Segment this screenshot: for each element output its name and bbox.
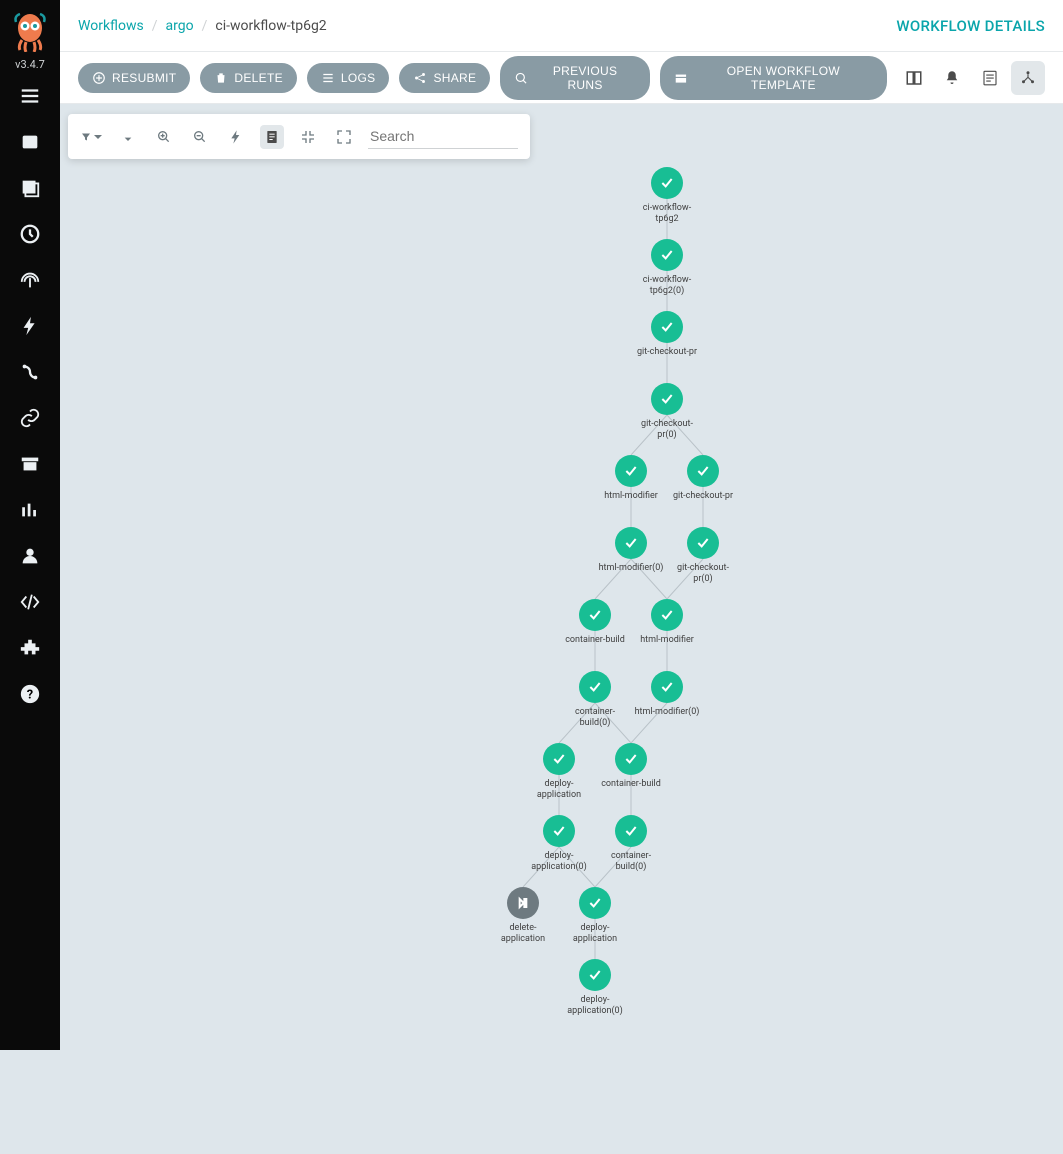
- workflow-node[interactable]: git-checkout-pr: [668, 455, 738, 502]
- node-label: deploy-application: [560, 923, 630, 946]
- archive-icon[interactable]: [0, 441, 60, 487]
- workflow-node[interactable]: html-modifier: [596, 455, 666, 502]
- workflow-node[interactable]: deploy-application(0): [560, 959, 630, 1018]
- summary-icon[interactable]: [973, 61, 1007, 95]
- node-label: delete-application: [488, 923, 558, 946]
- resubmit-button[interactable]: RESUBMIT: [78, 63, 190, 93]
- page-title: WORKFLOW DETAILS: [896, 17, 1045, 35]
- workflow-node[interactable]: html-modifier(0): [596, 527, 666, 574]
- graph-icon[interactable]: [1011, 61, 1045, 95]
- delete-button[interactable]: DELETE: [200, 63, 296, 93]
- breadcrumb-root[interactable]: Workflows: [78, 18, 144, 34]
- links-icon[interactable]: [0, 395, 60, 441]
- logs-button[interactable]: LOGS: [307, 63, 390, 93]
- workflow-node[interactable]: html-modifier: [632, 599, 702, 646]
- columns-icon[interactable]: [897, 61, 931, 95]
- workflow-node[interactable]: container-build: [596, 743, 666, 790]
- node-label: git-checkout-pr: [668, 491, 738, 502]
- help-icon[interactable]: ?: [0, 671, 60, 717]
- check-icon[interactable]: [651, 383, 683, 415]
- node-label: ci-workflow-tp6g2(0): [632, 275, 702, 298]
- check-icon[interactable]: [543, 743, 575, 775]
- skip-icon[interactable]: [507, 887, 539, 919]
- node-label: deploy-application(0): [560, 995, 630, 1018]
- version-label: v3.4.7: [12, 58, 48, 71]
- node-label: deploy-application: [524, 779, 594, 802]
- actionbar: RESUBMIT DELETE LOGS SHARE PREVIOUS RUNS…: [60, 52, 1063, 104]
- hooks-icon[interactable]: [0, 349, 60, 395]
- check-icon[interactable]: [651, 599, 683, 631]
- breadcrumb-namespace[interactable]: argo: [166, 18, 194, 34]
- cron-icon[interactable]: [0, 211, 60, 257]
- node-label: deploy-application(0): [524, 851, 594, 874]
- check-icon[interactable]: [615, 815, 647, 847]
- workflow-node[interactable]: ci-workflow-tp6g2: [632, 167, 702, 226]
- workflow-node[interactable]: ci-workflow-tp6g2(0): [632, 239, 702, 298]
- templates-icon[interactable]: [0, 165, 60, 211]
- workflow-node[interactable]: delete-application: [488, 887, 558, 946]
- graph-canvas[interactable]: ci-workflow-tp6g2 ci-workflow-tp6g2(0) git…: [60, 104, 1063, 1050]
- workflow-node[interactable]: container-build: [560, 599, 630, 646]
- topbar: Workflows / argo / ci-workflow-tp6g2 WOR…: [60, 0, 1063, 52]
- node-label: html-modifier(0): [596, 563, 666, 574]
- check-icon[interactable]: [651, 167, 683, 199]
- node-label: container-build(0): [560, 707, 630, 730]
- api-icon[interactable]: [0, 579, 60, 625]
- check-icon[interactable]: [579, 599, 611, 631]
- workflow-node[interactable]: git-checkout-pr: [632, 311, 702, 358]
- workflow-node[interactable]: deploy-application: [560, 887, 630, 946]
- workflow-node[interactable]: html-modifier(0): [632, 671, 702, 718]
- node-label: ci-workflow-tp6g2: [632, 203, 702, 226]
- notifications-icon[interactable]: [935, 61, 969, 95]
- check-icon[interactable]: [615, 527, 647, 559]
- workflows-icon[interactable]: [0, 119, 60, 165]
- node-label: html-modifier(0): [632, 707, 702, 718]
- workflow-node[interactable]: deploy-application(0): [524, 815, 594, 874]
- node-label: git-checkout-pr(0): [632, 419, 702, 442]
- node-label: container-build: [560, 635, 630, 646]
- reports-icon[interactable]: [0, 487, 60, 533]
- check-icon[interactable]: [579, 959, 611, 991]
- sensors-icon[interactable]: [0, 257, 60, 303]
- node-label: html-modifier: [632, 635, 702, 646]
- workflow-node[interactable]: container-build(0): [596, 815, 666, 874]
- plugins-icon[interactable]: [0, 625, 60, 671]
- open-template-button[interactable]: OPEN WORKFLOW TEMPLATE: [660, 56, 887, 100]
- workflow-node[interactable]: git-checkout-pr(0): [668, 527, 738, 586]
- check-icon[interactable]: [651, 671, 683, 703]
- timeline-icon[interactable]: [0, 73, 60, 119]
- sidebar: v3.4.7 ?: [0, 0, 60, 1050]
- check-icon[interactable]: [687, 527, 719, 559]
- workflow-node[interactable]: container-build(0): [560, 671, 630, 730]
- check-icon[interactable]: [651, 239, 683, 271]
- share-button[interactable]: SHARE: [399, 63, 490, 93]
- events-icon[interactable]: [0, 303, 60, 349]
- node-label: git-checkout-pr(0): [668, 563, 738, 586]
- svg-text:?: ?: [27, 688, 33, 703]
- workflow-node[interactable]: git-checkout-pr(0): [632, 383, 702, 442]
- breadcrumb: Workflows / argo / ci-workflow-tp6g2: [78, 18, 327, 34]
- check-icon[interactable]: [615, 743, 647, 775]
- check-icon[interactable]: [687, 455, 719, 487]
- node-label: git-checkout-pr: [632, 347, 702, 358]
- node-label: html-modifier: [596, 491, 666, 502]
- check-icon[interactable]: [579, 671, 611, 703]
- previous-runs-button[interactable]: PREVIOUS RUNS: [500, 56, 650, 100]
- user-icon[interactable]: [0, 533, 60, 579]
- workflow-node[interactable]: deploy-application: [524, 743, 594, 802]
- check-icon[interactable]: [543, 815, 575, 847]
- check-icon[interactable]: [579, 887, 611, 919]
- check-icon[interactable]: [651, 311, 683, 343]
- check-icon[interactable]: [615, 455, 647, 487]
- breadcrumb-name: ci-workflow-tp6g2: [215, 18, 326, 34]
- node-label: container-build(0): [596, 851, 666, 874]
- logo: v3.4.7: [12, 8, 48, 73]
- node-label: container-build: [596, 779, 666, 790]
